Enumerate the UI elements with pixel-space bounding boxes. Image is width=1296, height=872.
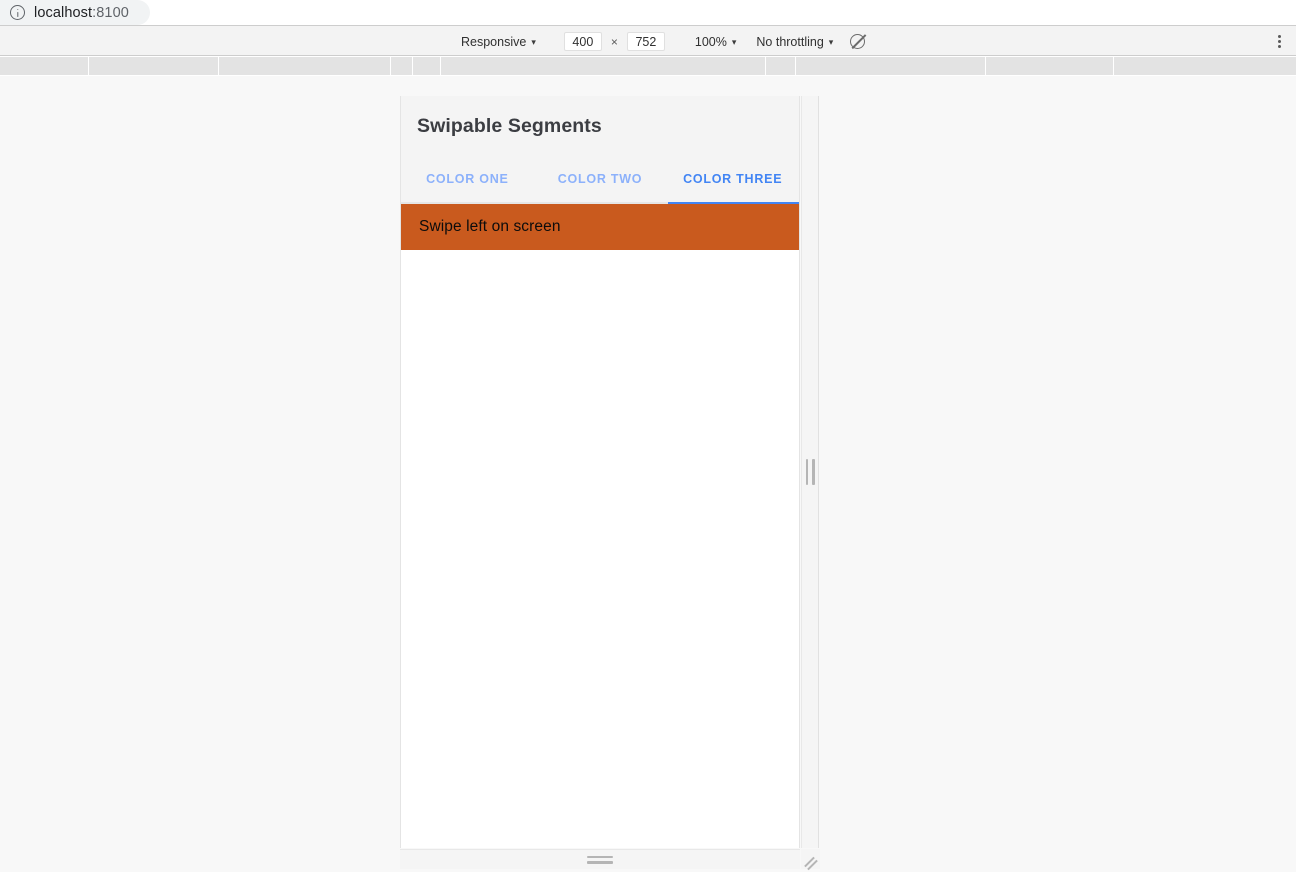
throttling-label: No throttling	[756, 34, 824, 49]
active-tab-indicator	[667, 201, 799, 204]
no-screenshot-slashed-circle-icon[interactable]	[849, 33, 867, 51]
tab-color-three[interactable]: COLOR THREE	[666, 156, 799, 202]
chevron-down-icon: ▾	[828, 37, 834, 47]
ruler-tick	[412, 57, 413, 76]
chevron-down-icon: ▾	[531, 37, 536, 47]
menu-dot	[1277, 45, 1281, 49]
throttling-dropdown[interactable]: No throttling ▾	[750, 31, 839, 52]
ruler-tick	[795, 57, 796, 76]
tab-label: COLOR THREE	[683, 172, 783, 186]
swipe-hint-banner: Swipe left on screen	[401, 204, 799, 250]
ruler-tick	[985, 57, 986, 76]
device-preset-dropdown[interactable]: Responsive ▾	[455, 31, 542, 52]
corner-resize-grip[interactable]	[801, 849, 820, 871]
three-dot-vertical-menu-icon[interactable]	[1268, 30, 1290, 53]
page-title: Swipable Segments	[417, 114, 602, 137]
url-port: :8100	[92, 4, 129, 21]
segment-tab-bar: COLOR ONE COLOR TWO COLOR THREE	[401, 156, 799, 204]
browser-url-bar: localhost :8100	[0, 0, 1296, 25]
resize-grip-bar	[805, 459, 808, 485]
dimension-separator: ×	[610, 34, 618, 49]
resize-grip-bar	[587, 855, 613, 858]
ruler-tick	[88, 57, 89, 76]
ruler-tick	[390, 57, 391, 76]
vertical-resize-handle[interactable]	[801, 96, 819, 848]
horizontal-resize-handle[interactable]	[400, 849, 800, 869]
swipe-hint-text: Swipe left on screen	[419, 218, 561, 235]
ruler-tick	[440, 57, 441, 76]
tab-label: COLOR TWO	[557, 172, 643, 186]
info-circle-icon[interactable]	[10, 5, 25, 20]
device-viewport: Swipable Segments COLOR ONE COLOR TWO CO…	[400, 96, 800, 848]
segment-content: Swipe left on screen	[401, 204, 799, 848]
url-host: localhost	[34, 4, 93, 21]
tab-color-two[interactable]: COLOR TWO	[534, 156, 667, 202]
zoom-label: 100%	[694, 34, 727, 49]
menu-dot	[1277, 34, 1281, 38]
chevron-down-icon: ▾	[731, 37, 737, 47]
app-header: Swipable Segments	[401, 96, 799, 156]
device-preset-label: Responsive	[461, 34, 527, 49]
zoom-dropdown[interactable]: 100% ▾	[689, 31, 743, 52]
viewport-ruler[interactable]	[0, 57, 1296, 76]
viewport-width-input[interactable]: 400	[563, 32, 602, 51]
viewport-height-input[interactable]: 752	[626, 32, 665, 51]
ruler-tick	[765, 57, 766, 76]
resize-grip-bar	[587, 861, 613, 864]
tab-label: COLOR ONE	[426, 172, 509, 186]
menu-dot	[1277, 40, 1281, 43]
resize-grip-bar	[812, 459, 815, 485]
ruler-tick	[1113, 57, 1114, 76]
ruler-tick	[218, 57, 219, 76]
tab-color-one[interactable]: COLOR ONE	[401, 156, 534, 202]
omnibox[interactable]: localhost :8100	[0, 0, 150, 25]
devtools-device-toolbar: Responsive ▾ 400 × 752 100% ▾ No throttl…	[0, 25, 1296, 56]
